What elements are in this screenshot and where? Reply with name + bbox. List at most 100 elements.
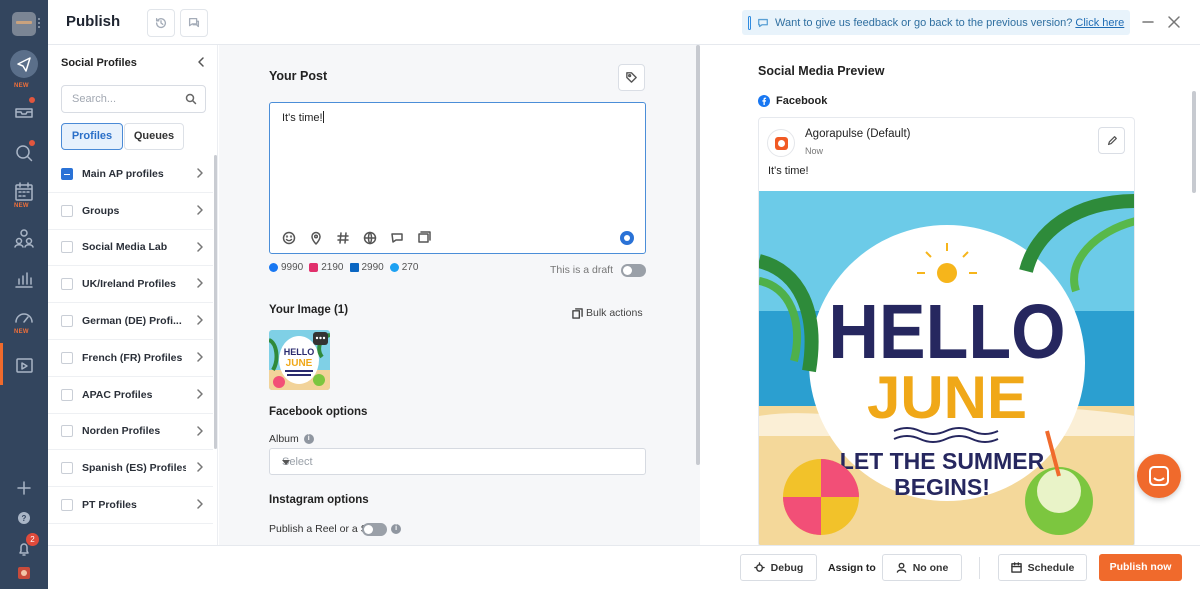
profile-row[interactable]: Groups bbox=[48, 193, 213, 230]
chat-icon bbox=[1149, 466, 1169, 486]
location-icon[interactable] bbox=[309, 231, 323, 245]
hashtag-icon[interactable] bbox=[336, 231, 350, 245]
feedback-link[interactable]: Click here bbox=[1075, 17, 1124, 29]
your-image-heading: Your Image (1) bbox=[269, 304, 349, 316]
profile-checkbox[interactable] bbox=[61, 388, 73, 401]
account-name: Agorapulse (Default) bbox=[805, 128, 911, 140]
profile-checkbox[interactable] bbox=[61, 315, 73, 328]
bulk-actions-button[interactable]: Bulk actions bbox=[572, 307, 643, 319]
profile-checkbox[interactable] bbox=[61, 278, 73, 291]
draft-toggle[interactable] bbox=[621, 264, 646, 277]
chevron-right-icon[interactable] bbox=[195, 315, 205, 325]
profile-row[interactable]: German (DE) Profi... bbox=[48, 303, 213, 340]
album-field-label: Album i bbox=[269, 433, 314, 445]
nav-dashboard-icon[interactable] bbox=[11, 304, 37, 330]
search-input[interactable] bbox=[72, 93, 177, 105]
profile-row[interactable]: Social Media Lab bbox=[48, 230, 213, 267]
reel-toggle[interactable] bbox=[362, 523, 387, 536]
tab-queues[interactable]: Queues bbox=[124, 123, 184, 150]
edit-preview-button[interactable] bbox=[1098, 127, 1125, 154]
nav-reports-icon[interactable] bbox=[11, 266, 37, 292]
user-avatar[interactable] bbox=[11, 560, 37, 586]
profile-list: Main AP profiles Groups Social Media Lab UK… bbox=[48, 156, 213, 524]
profiles-scrollbar[interactable] bbox=[214, 155, 217, 449]
chevron-right-icon[interactable] bbox=[195, 462, 205, 473]
nav-new-label: NEW bbox=[14, 329, 29, 335]
profile-checkbox[interactable] bbox=[61, 241, 73, 254]
profile-row[interactable]: APAC Profiles bbox=[48, 377, 213, 414]
chevron-right-icon[interactable] bbox=[195, 168, 205, 178]
nav-inbox-icon[interactable] bbox=[11, 97, 37, 123]
feedback-banner: Want to give us feedback or go back to t… bbox=[742, 10, 1130, 35]
profile-row[interactable]: Norden Profiles bbox=[48, 414, 213, 451]
preview-eye-icon[interactable] bbox=[620, 231, 634, 245]
account-avatar bbox=[767, 129, 795, 157]
media-library-icon[interactable] bbox=[417, 231, 431, 245]
profile-checkbox[interactable] bbox=[61, 425, 73, 438]
profile-row[interactable]: Main AP profiles bbox=[48, 156, 213, 193]
search-icon[interactable] bbox=[185, 93, 197, 105]
profile-label: Main AP profiles bbox=[82, 167, 164, 180]
chevron-right-icon[interactable] bbox=[195, 352, 205, 362]
profile-row[interactable]: PT Profiles bbox=[48, 487, 213, 524]
nav-users-icon[interactable] bbox=[11, 225, 37, 251]
chat-widget-button[interactable] bbox=[1137, 454, 1181, 498]
nav-publish-icon[interactable] bbox=[10, 50, 38, 78]
profile-row[interactable]: Spanish (ES) Profiles bbox=[48, 450, 213, 488]
emoji-icon[interactable] bbox=[282, 231, 296, 245]
profile-row[interactable]: French (FR) Profiles bbox=[48, 340, 213, 377]
draft-label: This is a draft bbox=[550, 264, 614, 276]
minimize-icon[interactable] bbox=[1139, 13, 1157, 31]
profile-row[interactable]: UK/Ireland Profiles bbox=[48, 266, 213, 304]
post-editor[interactable]: It's time! bbox=[269, 102, 646, 254]
comment-icon[interactable] bbox=[390, 231, 404, 245]
help-icon[interactable]: ? bbox=[11, 506, 37, 532]
publish-now-button[interactable]: Publish now bbox=[1099, 554, 1182, 581]
facebook-icon bbox=[269, 263, 278, 272]
feedback-text: Want to give us feedback or go back to t… bbox=[775, 16, 1073, 29]
more-dots-icon[interactable] bbox=[38, 18, 40, 28]
schedule-button[interactable]: Schedule bbox=[998, 554, 1087, 581]
assignee-select[interactable]: No one bbox=[882, 554, 962, 581]
chevron-right-icon[interactable] bbox=[195, 499, 205, 509]
chevron-right-icon[interactable] bbox=[195, 241, 205, 252]
post-image: HELLO JUNE LET THE SUMMER BEGINS! bbox=[759, 191, 1134, 546]
app-logo[interactable] bbox=[12, 12, 36, 36]
chevron-right-icon[interactable] bbox=[195, 278, 205, 289]
chevron-right-icon[interactable] bbox=[195, 389, 205, 399]
profile-checkbox[interactable] bbox=[61, 167, 73, 180]
profile-label: Groups bbox=[82, 204, 120, 217]
profile-checkbox[interactable] bbox=[61, 462, 73, 475]
globe-icon[interactable] bbox=[363, 231, 377, 245]
twitter-icon bbox=[389, 263, 399, 272]
history-button[interactable] bbox=[147, 9, 175, 37]
debug-button[interactable]: Debug bbox=[740, 554, 817, 581]
image-thumbnail[interactable]: HELLO JUNE bbox=[269, 330, 330, 390]
profile-checkbox[interactable] bbox=[61, 351, 73, 364]
modal-header: Publish Want to give us feedback or go b… bbox=[48, 0, 1200, 45]
profile-checkbox[interactable] bbox=[61, 204, 73, 217]
twitter-count: 270 bbox=[401, 262, 419, 273]
close-icon[interactable] bbox=[1165, 13, 1183, 31]
profiles-search[interactable] bbox=[61, 85, 206, 113]
svg-text:HELLO: HELLO bbox=[284, 347, 315, 357]
tab-profiles[interactable]: Profiles bbox=[61, 123, 123, 150]
comments-button[interactable] bbox=[180, 9, 208, 37]
chevron-right-icon[interactable] bbox=[195, 425, 205, 436]
add-icon[interactable] bbox=[11, 475, 37, 501]
post-text-input[interactable]: It's time! bbox=[282, 111, 324, 124]
nav-media-icon[interactable] bbox=[11, 352, 37, 378]
profile-label: Spanish (ES) Profiles bbox=[82, 462, 186, 475]
chevron-left-icon[interactable] bbox=[195, 56, 207, 68]
album-select[interactable]: Select bbox=[269, 448, 646, 475]
nav-calendar-icon[interactable] bbox=[11, 179, 37, 205]
nav-listening-icon[interactable] bbox=[11, 140, 37, 166]
bulk-actions-label: Bulk actions bbox=[586, 307, 643, 319]
info-icon[interactable]: i bbox=[303, 434, 314, 444]
image-line-3: LET THE SUMMER bbox=[840, 448, 1045, 474]
chevron-right-icon[interactable] bbox=[195, 205, 205, 215]
preview-scrollbar[interactable] bbox=[1192, 91, 1196, 193]
info-icon[interactable]: i bbox=[391, 524, 402, 534]
profile-checkbox[interactable] bbox=[61, 499, 73, 512]
tag-button[interactable] bbox=[618, 64, 645, 91]
